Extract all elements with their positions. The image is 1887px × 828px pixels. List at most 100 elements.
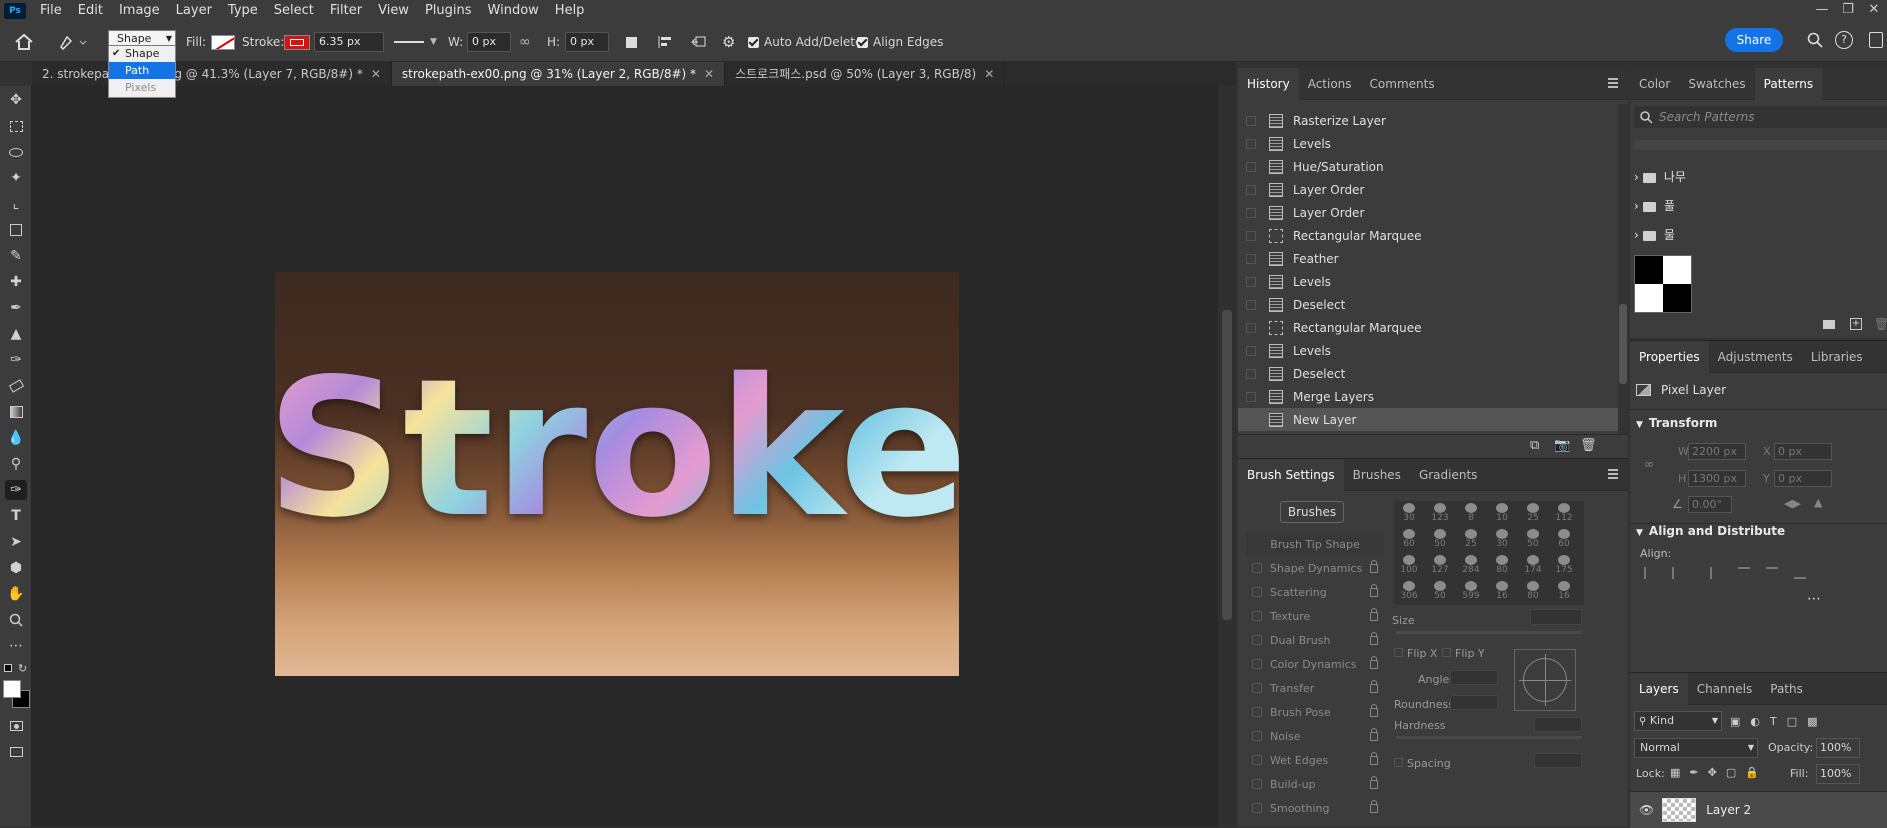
brush-tip[interactable]: 112	[1549, 501, 1579, 527]
crop-tool-icon[interactable]: ⌞	[5, 194, 27, 214]
brush-tip[interactable]: 25	[1518, 501, 1548, 527]
align-bottom-icon[interactable]	[1794, 567, 1806, 579]
eye-icon[interactable]: 👁	[1639, 803, 1654, 817]
brush-tip[interactable]: 25	[1456, 527, 1486, 553]
eyedropper-tool-icon[interactable]: ✎	[5, 246, 27, 266]
stroke-width-field[interactable]: 6.35 px	[314, 32, 384, 52]
brush-tool-icon[interactable]: ✒	[5, 298, 27, 318]
history-item[interactable]: Levels	[1238, 270, 1618, 293]
mode-option-path[interactable]: Path	[109, 62, 175, 79]
menu-type[interactable]: Type	[220, 0, 266, 22]
filter-smart-object-icon[interactable]: ▩	[1807, 715, 1817, 728]
home-icon[interactable]	[14, 22, 34, 62]
tab-swatches[interactable]: Swatches	[1679, 68, 1754, 100]
tab-paths[interactable]: Paths	[1761, 673, 1812, 705]
foreground-color-swatch[interactable]	[3, 680, 21, 698]
brush-tip[interactable]: 50	[1425, 527, 1455, 553]
history-item[interactable]: Layer Order	[1238, 201, 1618, 224]
menu-filter[interactable]: Filter	[322, 0, 370, 22]
tab-history[interactable]: History	[1238, 67, 1299, 100]
mode-option-shape[interactable]: Shape	[109, 45, 175, 62]
height-field[interactable]: 0 px	[565, 32, 609, 52]
scrollbar-thumb[interactable]	[1222, 310, 1232, 620]
stamp-tool-icon[interactable]: ▲	[5, 324, 27, 344]
share-button[interactable]: Share	[1725, 28, 1783, 52]
close-window-icon[interactable]: ✕	[1861, 0, 1887, 22]
auto-add-delete-checkbox[interactable]: Auto Add/Delete	[748, 22, 862, 62]
new-document-from-state-icon[interactable]: ⧉	[1530, 438, 1539, 453]
align-center-v-icon[interactable]	[1766, 567, 1778, 579]
pattern-folder[interactable]: › 풀	[1634, 197, 1675, 214]
move-tool-icon[interactable]: ✥	[5, 90, 27, 110]
pen-tool-icon[interactable]: ✑	[5, 480, 27, 500]
gear-icon[interactable]: ⚙	[722, 22, 735, 62]
minimize-icon[interactable]: —	[1809, 0, 1835, 22]
align-top-icon[interactable]	[1738, 567, 1750, 579]
pattern-folder[interactable]: › 물	[1634, 226, 1675, 243]
brush-tip[interactable]: 127	[1425, 553, 1455, 579]
new-group-folder-icon[interactable]	[1823, 320, 1835, 329]
brush-tip[interactable]: 306	[1394, 579, 1424, 605]
more-options-icon[interactable]: ⋯	[1807, 591, 1821, 607]
menu-help[interactable]: Help	[547, 0, 593, 22]
lock-artboard-icon[interactable]: ▢	[1726, 766, 1736, 779]
lock-all-icon[interactable]: 🔒	[1745, 766, 1759, 779]
filter-adjustment-icon[interactable]: ◐	[1750, 715, 1760, 728]
history-item[interactable]: Feather	[1238, 247, 1618, 270]
menu-edit[interactable]: Edit	[70, 0, 111, 22]
brush-tip[interactable]: 80	[1518, 579, 1548, 605]
tab-libraries[interactable]: Libraries	[1802, 341, 1872, 373]
brush-tip[interactable]: 50	[1425, 579, 1455, 605]
close-icon[interactable]: ✕	[704, 67, 714, 81]
menu-window[interactable]: Window	[480, 0, 547, 22]
lasso-tool-icon[interactable]	[5, 142, 27, 162]
trash-icon[interactable]: 🗑	[1874, 317, 1887, 331]
doc-tab-3[interactable]: 스트로크패스.psd @ 50% (Layer 3, RGB/8) ✕	[725, 62, 1006, 86]
lock-transparent-icon[interactable]: ▦	[1670, 766, 1680, 779]
tab-adjustments[interactable]: Adjustments	[1709, 341, 1802, 373]
align-right-icon[interactable]	[1700, 567, 1712, 579]
history-item[interactable]: Rectangular Marquee	[1238, 224, 1618, 247]
history-item[interactable]: Layer Order	[1238, 178, 1618, 201]
menu-plugins[interactable]: Plugins	[417, 0, 480, 22]
filter-type-icon[interactable]: T	[1770, 715, 1777, 728]
brush-tip[interactable]: 60	[1549, 527, 1579, 553]
help-icon[interactable]: ?	[1835, 31, 1853, 49]
tab-actions[interactable]: Actions	[1299, 68, 1361, 100]
screen-mode-icon[interactable]	[5, 742, 27, 762]
tab-layers[interactable]: Layers	[1630, 672, 1688, 705]
menu-file[interactable]: File	[32, 0, 70, 22]
brush-tip[interactable]: 50	[1518, 527, 1548, 553]
healing-brush-tool-icon[interactable]: ✚	[5, 272, 27, 292]
history-scrollbar[interactable]	[1618, 104, 1628, 434]
brush-tip[interactable]: 599	[1456, 579, 1486, 605]
fill-opacity-field[interactable]: 100%	[1816, 764, 1860, 784]
dodge-tool-icon[interactable]: ⚲	[5, 454, 27, 474]
tab-brushes[interactable]: Brushes	[1344, 459, 1410, 491]
pattern-swatch-checker[interactable]	[1634, 255, 1692, 313]
doc-tab-1[interactable]: 2. strokepath-ex00.png @ 41.3% (Layer 7,…	[32, 62, 392, 86]
history-item[interactable]: Levels	[1238, 339, 1618, 362]
history-item[interactable]: Levels	[1238, 132, 1618, 155]
brush-tip[interactable]: 8	[1456, 501, 1486, 527]
blur-tool-icon[interactable]: 💧	[5, 428, 27, 448]
brush-tip[interactable]: 100	[1394, 553, 1424, 579]
more-tools-icon[interactable]: ⋯	[5, 636, 27, 656]
zoom-tool-icon[interactable]	[5, 610, 27, 630]
menu-layer[interactable]: Layer	[168, 0, 220, 22]
blend-mode-select[interactable]: Normal ▼	[1634, 738, 1758, 758]
panel-menu-icon[interactable]	[1608, 469, 1618, 479]
menu-view[interactable]: View	[370, 0, 417, 22]
search-patterns-input[interactable]: Search Patterns	[1659, 110, 1754, 124]
stroke-type-select[interactable]: ▼	[394, 22, 437, 62]
tab-gradients[interactable]: Gradients	[1410, 459, 1486, 491]
history-brush-tool-icon[interactable]: ✑	[5, 350, 27, 370]
close-icon[interactable]: ✕	[984, 67, 994, 81]
brush-tip[interactable]: 80	[1487, 553, 1517, 579]
patterns-search[interactable]: Search Patterns	[1634, 106, 1887, 128]
panel-menu-icon[interactable]	[1608, 78, 1618, 88]
align-left-icon[interactable]	[1644, 567, 1656, 579]
trash-icon[interactable]: 🗑	[1580, 438, 1597, 453]
history-item[interactable]: Hue/Saturation	[1238, 155, 1618, 178]
tab-comments[interactable]: Comments	[1361, 68, 1444, 100]
